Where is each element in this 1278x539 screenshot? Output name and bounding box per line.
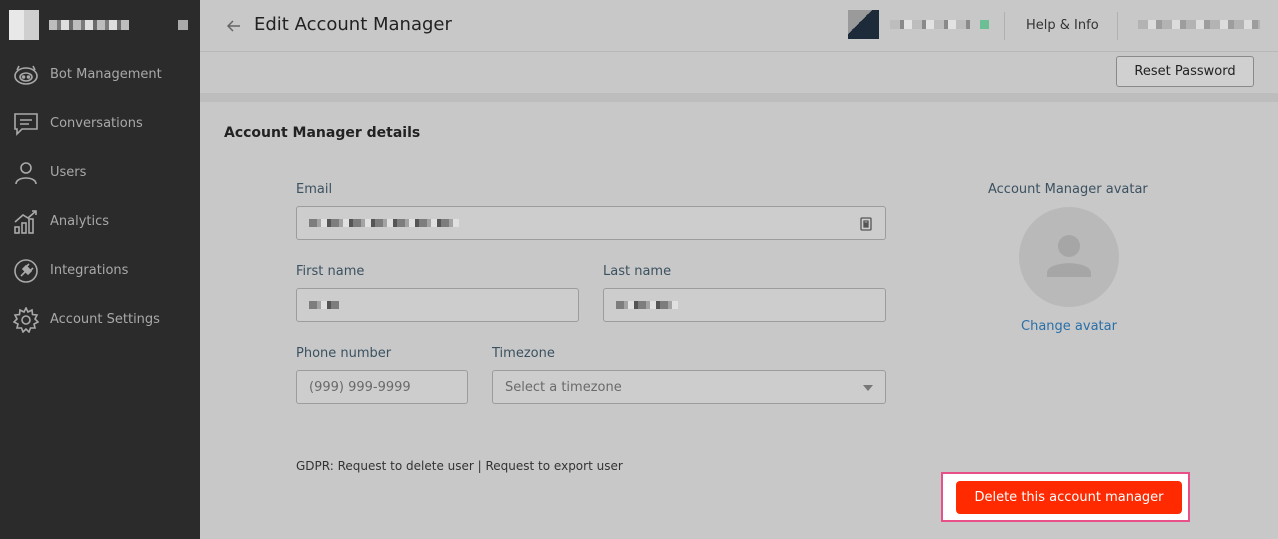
phone-input[interactable]: (999) 999-9999 [296, 370, 468, 404]
sidebar-item-bot-management[interactable]: Bot Management [0, 50, 200, 99]
sidebar-item-analytics[interactable]: Analytics [0, 197, 200, 246]
phone-label: Phone number [296, 346, 392, 361]
timezone-select[interactable]: Select a timezone [492, 370, 886, 404]
user-icon [15, 161, 37, 184]
section-title: Account Manager details [224, 125, 421, 141]
page-title: Edit Account Manager [254, 14, 452, 35]
sidebar-item-label: Integrations [50, 263, 129, 278]
analytics-icon [14, 209, 37, 234]
first-name-field[interactable] [296, 288, 579, 322]
avatar-label: Account Manager avatar [988, 182, 1148, 197]
brand[interactable] [0, 0, 200, 50]
lock-icon [860, 217, 872, 231]
sidebar-item-label: Bot Management [50, 67, 162, 82]
avatar [1019, 207, 1119, 307]
email-value-redacted [309, 219, 459, 227]
back-arrow-icon[interactable] [226, 18, 242, 34]
bot-icon [14, 65, 38, 85]
delete-highlight: Delete this account manager [941, 472, 1190, 522]
first-name-value-redacted [309, 301, 339, 309]
sidebar: Bot Management Conversations Users Analy… [0, 0, 200, 539]
delete-account-manager-button[interactable]: Delete this account manager [956, 481, 1182, 514]
request-export-link[interactable]: Request to export user [486, 459, 623, 473]
sidebar-item-users[interactable]: Users [0, 148, 200, 197]
last-name-label: Last name [603, 264, 672, 279]
phone-placeholder: (999) 999-9999 [309, 379, 411, 395]
header-divider [1004, 12, 1005, 40]
first-name-label: First name [296, 264, 365, 279]
user-menu-redacted[interactable] [1138, 20, 1260, 29]
timezone-label: Timezone [492, 346, 555, 361]
sidebar-item-account-settings[interactable]: Account Settings [0, 295, 200, 344]
status-badge [980, 20, 989, 29]
reset-password-button[interactable]: Reset Password [1116, 56, 1254, 87]
gdpr-links: GDPR: Request to delete user | Request t… [296, 459, 623, 473]
last-name-field[interactable] [603, 288, 886, 322]
email-label: Email [296, 182, 333, 197]
main-content: Account Manager details Email First name… [200, 102, 1278, 539]
sidebar-item-label: Users [50, 165, 87, 180]
workspace-name-redacted[interactable] [890, 20, 970, 29]
toolbar-divider [200, 93, 1278, 102]
header-divider [1117, 12, 1118, 40]
brand-menu-icon[interactable] [178, 20, 188, 30]
help-info-link[interactable]: Help & Info [1026, 18, 1099, 33]
sidebar-item-label: Conversations [50, 116, 143, 131]
gdpr-prefix: GDPR: [296, 459, 338, 473]
toolbar: Reset Password [200, 53, 1278, 93]
sidebar-item-integrations[interactable]: Integrations [0, 246, 200, 295]
gdpr-separator: | [473, 459, 486, 473]
top-header: Edit Account Manager Help & Info [200, 0, 1278, 52]
gear-icon [13, 306, 39, 333]
chevron-down-icon [863, 385, 873, 391]
sidebar-item-conversations[interactable]: Conversations [0, 99, 200, 148]
brand-logo [9, 10, 39, 40]
sidebar-item-label: Analytics [50, 214, 110, 229]
plug-icon [14, 258, 38, 283]
sidebar-item-label: Account Settings [50, 312, 160, 327]
chat-icon [14, 112, 38, 136]
change-avatar-link[interactable]: Change avatar [1021, 319, 1117, 334]
workspace-avatar[interactable] [848, 10, 879, 39]
brand-name-redacted [49, 20, 129, 30]
timezone-value: Select a timezone [505, 379, 622, 395]
email-field[interactable] [296, 206, 886, 240]
person-icon [1047, 235, 1091, 277]
request-delete-link[interactable]: Request to delete user [338, 459, 474, 473]
last-name-value-redacted [616, 301, 678, 309]
